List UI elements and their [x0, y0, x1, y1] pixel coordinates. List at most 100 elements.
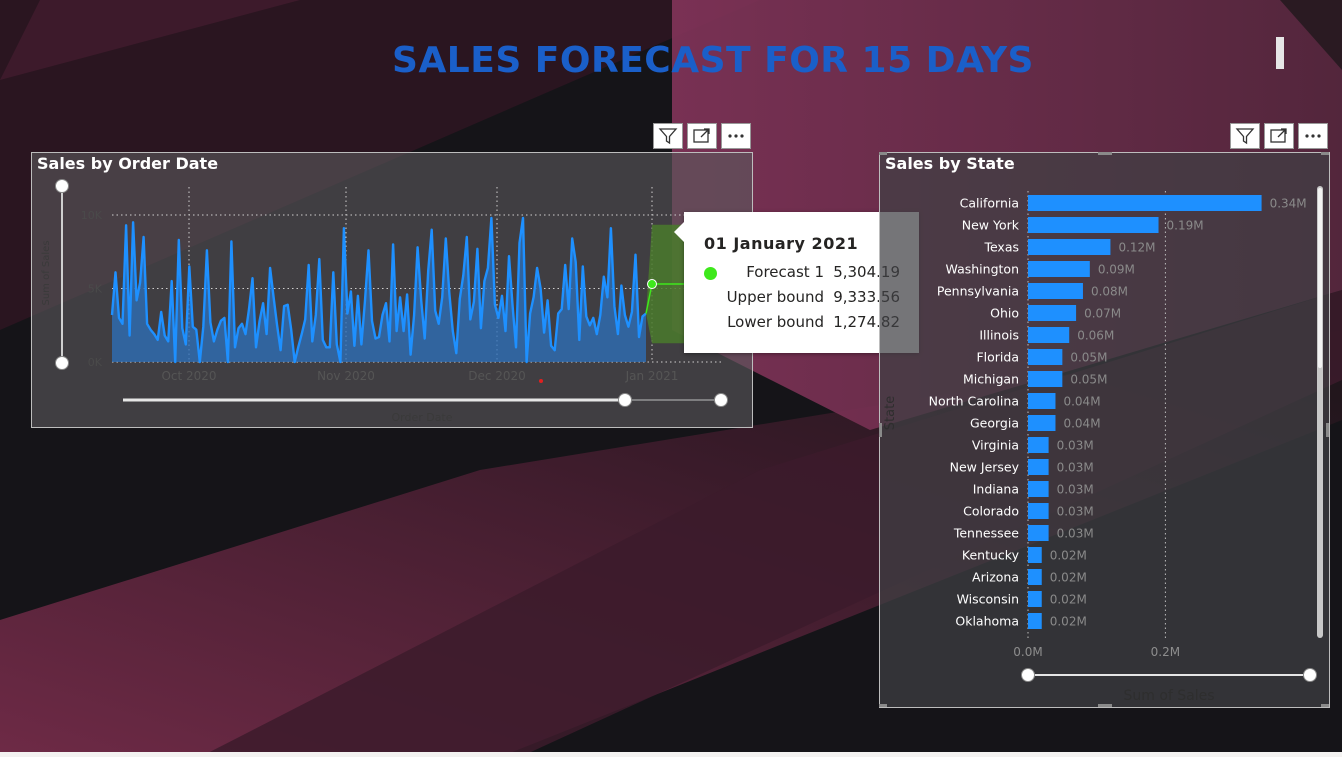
state-label: Oklahoma	[955, 614, 1019, 629]
y-tick-label: 10K	[81, 209, 103, 222]
bar-data-label: 0.02M	[1050, 549, 1087, 563]
x-tick-label: 0.2M	[1151, 645, 1180, 659]
x-range-slider-left-handle[interactable]	[618, 393, 632, 407]
sales-by-order-date-visual[interactable]: Sales by Order Date Sum of Sales 10K 5K 0K…	[31, 152, 753, 428]
line-visual-header-icons	[653, 123, 751, 149]
state-label: Ohio	[990, 306, 1019, 321]
x-tick-label: 0.0M	[1013, 645, 1042, 659]
bar-data-label: 0.02M	[1050, 571, 1087, 585]
state-label: Virginia	[972, 438, 1019, 453]
bar-data-label: 0.09M	[1098, 263, 1135, 277]
tooltip-date: 01 January 2021	[704, 234, 859, 253]
state-bar[interactable]	[1028, 217, 1159, 233]
state-bar[interactable]	[1028, 371, 1063, 387]
resize-handle-bottom-right[interactable]	[1321, 704, 1329, 707]
state-bar[interactable]	[1028, 349, 1063, 365]
filter-icon[interactable]	[653, 123, 683, 149]
bar-data-label: 0.02M	[1050, 615, 1087, 629]
divider-mark	[1276, 37, 1284, 69]
resize-handle-bottom-left[interactable]	[879, 704, 887, 707]
forecast-legend-dot	[704, 267, 717, 280]
state-bar[interactable]	[1028, 569, 1042, 585]
state-bar[interactable]	[1028, 195, 1262, 211]
bar-data-label: 0.03M	[1057, 505, 1094, 519]
bar-data-label: 0.06M	[1077, 329, 1114, 343]
tooltip-label: Lower bound	[727, 313, 824, 331]
state-bar[interactable]	[1028, 393, 1056, 409]
x-axis-label: Order Date	[391, 411, 452, 424]
state-bar[interactable]	[1028, 305, 1077, 321]
resize-handle-top-right[interactable]	[1321, 152, 1329, 155]
red-marker	[539, 379, 543, 383]
state-bar[interactable]	[1028, 437, 1049, 453]
x-range-slider-right-handle[interactable]	[1303, 668, 1317, 682]
page-title: SALES FORECAST FOR 15 DAYS	[392, 40, 1034, 81]
bar-data-label: 0.03M	[1057, 461, 1094, 475]
more-options-icon[interactable]	[1298, 123, 1328, 149]
state-bar[interactable]	[1028, 283, 1083, 299]
state-bar[interactable]	[1028, 481, 1049, 497]
resize-handle-right[interactable]	[1326, 423, 1329, 437]
scrollbar-thumb[interactable]	[1318, 188, 1322, 368]
bar-data-label: 0.03M	[1057, 439, 1094, 453]
tooltip-arrow	[674, 222, 684, 242]
y-range-slider-top-handle[interactable]	[55, 179, 69, 193]
tooltip-label: Upper bound	[726, 288, 824, 306]
state-label: North Carolina	[929, 394, 1019, 409]
state-bar[interactable]	[1028, 327, 1070, 343]
bar-data-label: 0.02M	[1050, 593, 1087, 607]
state-bar[interactable]	[1028, 503, 1049, 519]
state-label: Tennessee	[953, 526, 1019, 541]
x-range-slider-left-handle[interactable]	[1021, 668, 1035, 682]
state-label: Texas	[983, 240, 1019, 255]
bar-data-label: 0.05M	[1070, 351, 1107, 365]
y-tick-label: 0K	[88, 356, 103, 369]
focus-mode-icon[interactable]	[1264, 123, 1294, 149]
bar-data-label: 0.08M	[1091, 285, 1128, 299]
focus-mode-icon[interactable]	[687, 123, 717, 149]
sales-by-state-visual[interactable]: Sales by State California 0.34M New York 0.…	[879, 152, 1330, 708]
status-strip	[0, 752, 1342, 757]
state-bar[interactable]	[1028, 239, 1111, 255]
state-label: Colorado	[963, 504, 1019, 519]
bar-data-label: 0.03M	[1057, 483, 1094, 497]
state-bar[interactable]	[1028, 547, 1042, 563]
state-label: Pennsylvania	[937, 284, 1019, 299]
bar-data-label: 0.34M	[1270, 197, 1307, 211]
x-range-slider-right-handle[interactable]	[714, 393, 728, 407]
state-label: Georgia	[970, 416, 1019, 431]
sales-area	[112, 217, 646, 362]
resize-handle-bottom[interactable]	[1098, 704, 1112, 707]
state-label: Michigan	[963, 372, 1019, 387]
filter-icon[interactable]	[1230, 123, 1260, 149]
y-range-slider-bottom-handle[interactable]	[55, 356, 69, 370]
state-bar[interactable]	[1028, 591, 1042, 607]
state-label: Arizona	[972, 570, 1019, 585]
x-axis-label: Sum of Sales	[1123, 688, 1214, 704]
x-tick-label: Nov 2020	[317, 369, 375, 383]
state-label: Washington	[946, 262, 1019, 277]
bar-visual-header-icons	[1230, 123, 1328, 149]
state-label: New York	[962, 218, 1020, 233]
bar-data-label: 0.05M	[1070, 373, 1107, 387]
x-tick-label: Dec 2020	[468, 369, 526, 383]
resize-handle-left[interactable]	[879, 423, 882, 437]
state-label: Indiana	[973, 482, 1019, 497]
state-label: Kentucky	[962, 548, 1020, 563]
state-label: California	[960, 196, 1019, 211]
state-bar[interactable]	[1028, 459, 1049, 475]
resize-handle-top-left[interactable]	[879, 152, 887, 155]
forecast-point	[647, 279, 657, 290]
state-label: Wisconsin	[957, 592, 1019, 607]
state-bar[interactable]	[1028, 261, 1090, 277]
bar-data-label: 0.07M	[1084, 307, 1121, 321]
bar-data-label: 0.19M	[1167, 219, 1204, 233]
sales-by-state-chart: California 0.34M New York 0.19M Texas 0.12M Wa…	[883, 186, 1323, 704]
state-bar[interactable]	[1028, 415, 1056, 431]
state-bar[interactable]	[1028, 613, 1042, 629]
more-options-icon[interactable]	[721, 123, 751, 149]
bar-data-label: 0.04M	[1063, 395, 1100, 409]
state-bar[interactable]	[1028, 525, 1049, 541]
resize-handle-top[interactable]	[1098, 152, 1112, 155]
bar-data-label: 0.03M	[1057, 527, 1094, 541]
